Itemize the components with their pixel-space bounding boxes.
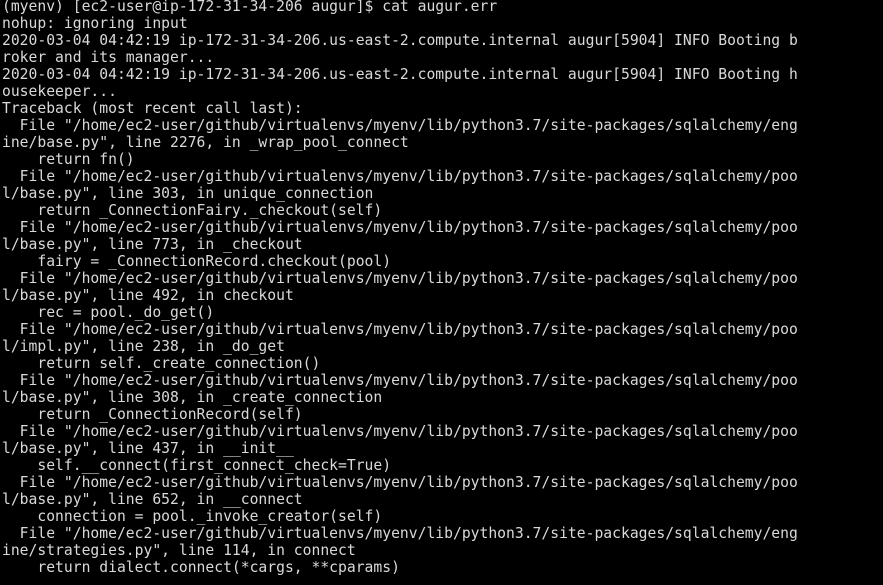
terminal-line: File "/home/ec2-user/github/virtualenvs/…: [2, 270, 798, 287]
terminal-line: l/base.py", line 652, in __connect: [2, 491, 303, 508]
terminal-line: connection = pool._invoke_creator(self): [2, 508, 383, 525]
terminal-line: File "/home/ec2-user/github/virtualenvs/…: [2, 168, 798, 185]
terminal-line: return _ConnectionRecord(self): [2, 406, 303, 423]
terminal-line: File "/home/ec2-user/github/virtualenvs/…: [2, 321, 798, 338]
terminal-line: return _ConnectionFairy._checkout(self): [2, 202, 383, 219]
terminal-line: File "/home/ec2-user/github/virtualenvs/…: [2, 219, 798, 236]
terminal-line: File "/home/ec2-user/github/virtualenvs/…: [2, 372, 798, 389]
terminal-line: ine/base.py", line 2276, in _wrap_pool_c…: [2, 134, 409, 151]
terminal-line: l/base.py", line 492, in checkout: [2, 287, 294, 304]
terminal-line: 2020-03-04 04:42:19 ip-172-31-34-206.us-…: [2, 32, 798, 49]
traceback-header: Traceback (most recent call last):: [2, 100, 303, 117]
terminal-line: l/base.py", line 303, in unique_connecti…: [2, 185, 374, 202]
terminal-line: File "/home/ec2-user/github/virtualenvs/…: [2, 117, 798, 134]
terminal-line: File "/home/ec2-user/github/virtualenvs/…: [2, 423, 798, 440]
terminal-line: File "/home/ec2-user/github/virtualenvs/…: [2, 525, 798, 542]
terminal-line: self.__connect(first_connect_check=True): [2, 457, 392, 474]
terminal-line: nohup: ignoring input: [2, 15, 188, 32]
terminal-line: ine/strategies.py", line 114, in connect: [2, 542, 356, 559]
terminal-line: rec = pool._do_get(): [2, 304, 215, 321]
terminal-line: return dialect.connect(*cargs, **cparams…: [2, 559, 400, 576]
terminal-line: 2020-03-04 04:42:19 ip-172-31-34-206.us-…: [2, 66, 798, 83]
terminal-window[interactable]: (myenv) [ec2-user@ip-172-31-34-206 augur…: [0, 0, 883, 585]
terminal-line: roker and its manager...: [2, 49, 215, 66]
prompt-line: (myenv) [ec2-user@ip-172-31-34-206 augur…: [2, 0, 498, 15]
terminal-line: l/base.py", line 308, in _create_connect…: [2, 389, 383, 406]
terminal-line: l/base.py", line 437, in __init__: [2, 440, 294, 457]
terminal-line: ousekeeper...: [2, 83, 117, 100]
terminal-line: fairy = _ConnectionRecord.checkout(pool): [2, 253, 392, 270]
terminal-line: l/impl.py", line 238, in _do_get: [2, 338, 285, 355]
terminal-line: l/base.py", line 773, in _checkout: [2, 236, 303, 253]
terminal-line: return self._create_connection(): [2, 355, 321, 372]
terminal-line: return fn(): [2, 151, 135, 168]
terminal-line: File "/home/ec2-user/github/virtualenvs/…: [2, 474, 798, 491]
